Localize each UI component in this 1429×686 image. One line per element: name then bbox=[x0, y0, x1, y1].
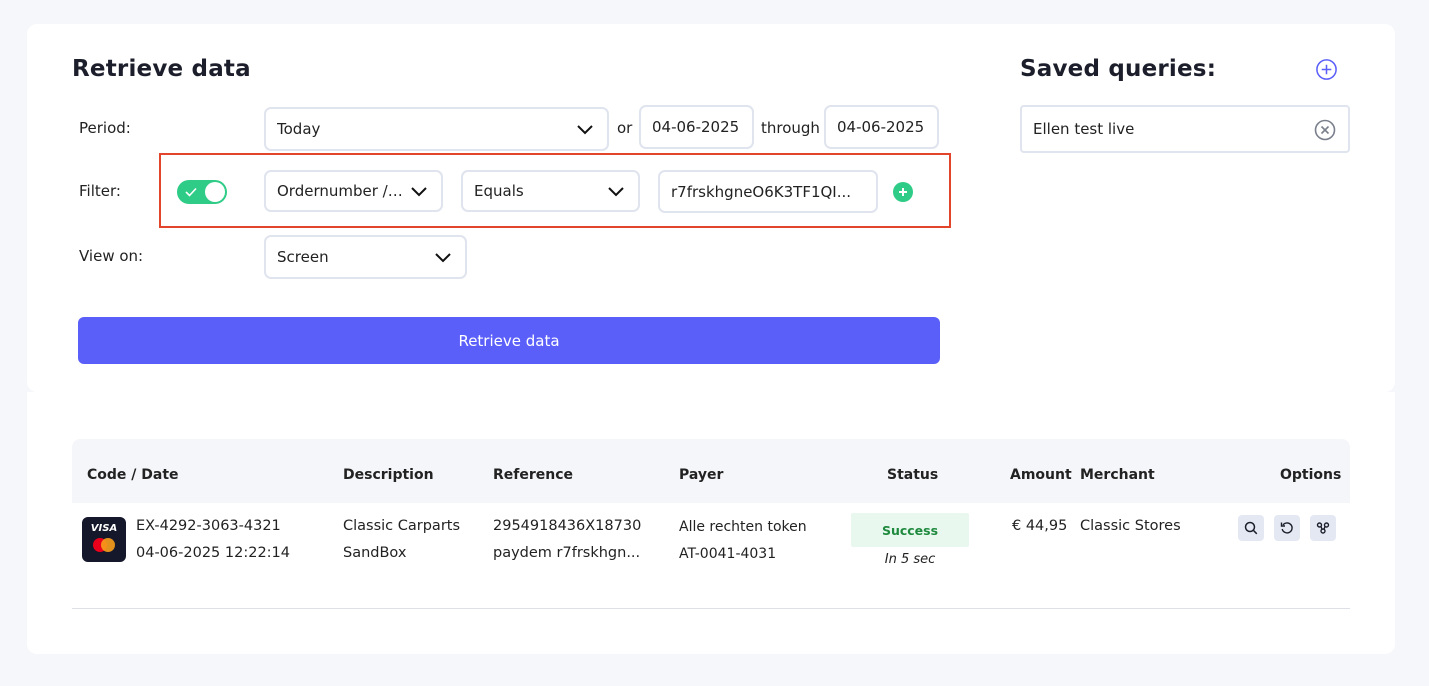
saved-query-label: Ellen test live bbox=[1033, 120, 1135, 138]
through-label: through bbox=[761, 119, 820, 137]
transaction-date: 04-06-2025 12:22:14 bbox=[136, 545, 290, 561]
chevron-down-icon bbox=[577, 125, 593, 135]
filter-label: Filter: bbox=[79, 182, 121, 200]
period-label: Period: bbox=[79, 119, 131, 137]
payer-name: Alle rechten token bbox=[679, 519, 807, 535]
filter-field-value: Ordernumber / Reference bbox=[277, 182, 405, 200]
reference-line-2: paydem r7frskhgn... bbox=[493, 545, 641, 561]
period-select[interactable]: Today bbox=[264, 107, 609, 151]
mastercard-icon bbox=[93, 538, 115, 552]
chevron-down-icon bbox=[411, 187, 427, 197]
add-saved-query-icon[interactable] bbox=[1315, 58, 1338, 81]
column-header: Payer bbox=[679, 467, 724, 483]
date-to-input[interactable]: 04-06-2025 bbox=[824, 105, 939, 149]
reference-line-1: 2954918436X18730 bbox=[493, 518, 642, 534]
filter-operator-select[interactable]: Equals bbox=[461, 170, 640, 212]
filter-value-input[interactable]: r7frskhgneO6K3TF1QI... bbox=[658, 170, 878, 213]
status-time: In 5 sec bbox=[884, 552, 936, 567]
retrieve-data-button[interactable]: Retrieve data bbox=[78, 317, 940, 364]
filter-field-select[interactable]: Ordernumber / Reference bbox=[264, 170, 443, 212]
date-from-input[interactable]: 04-06-2025 bbox=[639, 105, 754, 149]
transaction-code[interactable]: EX-4292-3063-4321 bbox=[136, 518, 281, 534]
filter-operator-value: Equals bbox=[474, 182, 524, 200]
view-on-value: Screen bbox=[277, 248, 329, 266]
filter-toggle[interactable] bbox=[177, 180, 227, 204]
saved-queries-title: Saved queries: bbox=[1020, 56, 1217, 82]
plus-icon bbox=[899, 188, 907, 196]
status-badge: Success bbox=[851, 513, 969, 547]
or-label: or bbox=[617, 119, 633, 137]
description-line-2: SandBox bbox=[343, 545, 407, 561]
column-header: Status bbox=[887, 467, 939, 483]
merchant: Classic Stores bbox=[1080, 518, 1181, 534]
toggle-knob bbox=[205, 182, 225, 202]
view-on-label: View on: bbox=[79, 247, 144, 265]
link-icon bbox=[1316, 522, 1330, 534]
chevron-down-icon bbox=[608, 187, 624, 197]
row-divider bbox=[72, 608, 1350, 609]
page-title: Retrieve data bbox=[72, 56, 251, 82]
refund-icon bbox=[1280, 522, 1293, 534]
column-header: Amount bbox=[1010, 467, 1072, 483]
payer-id: AT-0041-4031 bbox=[679, 546, 777, 562]
column-header: Options bbox=[1280, 467, 1342, 483]
check-icon bbox=[185, 187, 197, 197]
search-icon bbox=[1244, 521, 1258, 535]
column-header: Description bbox=[343, 467, 434, 483]
view-on-select[interactable]: Screen bbox=[264, 235, 467, 279]
remove-circle-icon[interactable] bbox=[1314, 119, 1336, 141]
chevron-down-icon bbox=[435, 253, 451, 263]
description-line-1: Classic Carparts bbox=[343, 518, 461, 534]
column-header: Reference bbox=[493, 467, 574, 483]
visa-label: VISA bbox=[90, 523, 118, 534]
refund-button[interactable] bbox=[1274, 515, 1300, 541]
link-button[interactable] bbox=[1310, 515, 1336, 541]
column-header: Merchant bbox=[1080, 467, 1155, 483]
column-header: Code / Date bbox=[87, 467, 179, 483]
saved-query-item[interactable]: Ellen test live bbox=[1020, 105, 1350, 153]
period-select-value: Today bbox=[277, 120, 321, 138]
table-header: Code / Date Description Reference Payer … bbox=[72, 439, 1350, 503]
add-filter-button[interactable] bbox=[893, 182, 913, 202]
amount: € 44,95 bbox=[1012, 518, 1068, 534]
card-brand-icon: VISA bbox=[82, 517, 126, 562]
view-details-button[interactable] bbox=[1238, 515, 1264, 541]
